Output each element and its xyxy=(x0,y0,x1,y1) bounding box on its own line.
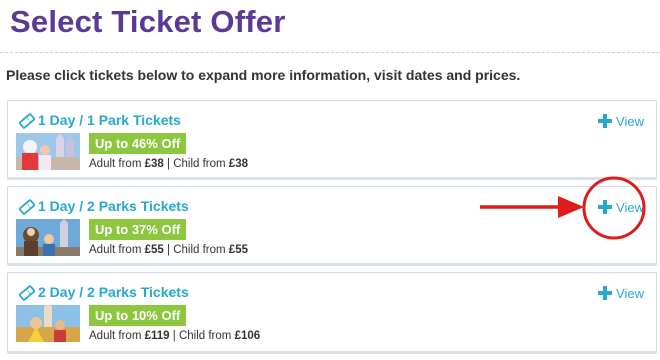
view-button[interactable]: View xyxy=(598,197,644,217)
price-separator: | xyxy=(163,158,174,170)
ticket-icon xyxy=(19,285,35,301)
page-title: Select Ticket Offer xyxy=(10,4,286,39)
offer-card-2day-2parks[interactable]: 2 Day / 2 Parks Tickets Up to 10% Off Ad… xyxy=(7,272,657,354)
child-price: £38 xyxy=(228,158,248,170)
view-button[interactable]: View xyxy=(598,111,644,131)
price-line: Adult from £119 | Child from £106 xyxy=(89,330,260,342)
discount-badge: Up to 10% Off xyxy=(89,305,187,326)
view-label: View xyxy=(616,285,644,301)
ticket-icon xyxy=(19,199,35,215)
price-line: Adult from £38 | Child from £38 xyxy=(89,158,248,170)
offer-thumbnail-image xyxy=(16,219,80,256)
offer-card-1day-1park[interactable]: 1 Day / 1 Park Tickets Up to 46% Off Adu… xyxy=(7,100,657,180)
view-label: View xyxy=(616,199,644,215)
adult-price-label: Adult from xyxy=(89,158,145,170)
title-divider xyxy=(0,52,660,53)
adult-price: £55 xyxy=(144,244,164,256)
offer-title[interactable]: 1 Day / 1 Park Tickets xyxy=(38,112,181,128)
child-price-label: Child from xyxy=(173,244,229,256)
instructions-text: Please click tickets below to expand mor… xyxy=(6,67,521,83)
price-separator: | xyxy=(169,330,179,342)
child-price: £55 xyxy=(228,244,248,256)
adult-price-label: Adult from xyxy=(89,244,145,256)
price-separator: | xyxy=(163,244,174,256)
adult-price-label: Adult from xyxy=(89,330,145,342)
view-button[interactable]: View xyxy=(598,283,644,303)
price-line: Adult from £55 | Child from £55 xyxy=(89,244,248,256)
child-price: £106 xyxy=(234,330,261,342)
discount-badge: Up to 46% Off xyxy=(89,133,187,154)
plus-icon xyxy=(598,114,613,128)
offer-thumbnail-image xyxy=(16,305,80,342)
offers-list: 1 Day / 1 Park Tickets Up to 46% Off Adu… xyxy=(7,100,657,360)
discount-badge: Up to 37% Off xyxy=(89,219,187,240)
adult-price: £119 xyxy=(144,330,170,342)
offer-title[interactable]: 1 Day / 2 Parks Tickets xyxy=(38,198,189,214)
plus-icon xyxy=(598,200,613,214)
child-price-label: Child from xyxy=(173,158,229,170)
offer-card-1day-2parks[interactable]: 1 Day / 2 Parks Tickets Up to 37% Off Ad… xyxy=(7,186,657,266)
plus-icon xyxy=(598,286,613,300)
offer-title[interactable]: 2 Day / 2 Parks Tickets xyxy=(38,284,189,300)
view-label: View xyxy=(616,113,644,129)
ticket-icon xyxy=(19,113,35,129)
offer-thumbnail-image xyxy=(16,133,80,170)
adult-price: £38 xyxy=(144,158,164,170)
child-price-label: Child from xyxy=(178,330,235,342)
